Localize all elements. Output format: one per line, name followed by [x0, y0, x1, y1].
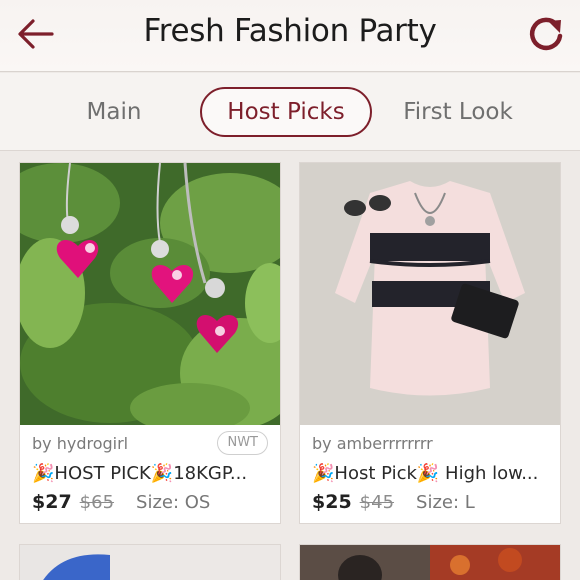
listing-card[interactable] [19, 544, 281, 580]
tab-host-picks[interactable]: Host Picks [200, 87, 372, 137]
tab-bar: Main Host Picks First Look [0, 73, 580, 151]
listing-photo[interactable] [300, 545, 560, 580]
listing-price: $27 [32, 491, 72, 513]
listing-size: Size: OS [136, 492, 211, 513]
original-price: $65 [79, 492, 115, 513]
listing-card[interactable]: by hydrogirl NWT 🎉HOST PICK🎉18KGP... $27… [19, 162, 281, 524]
seller-name[interactable]: by hydrogirl [32, 434, 128, 453]
price-row: $27 $65 Size: OS [32, 491, 210, 513]
page-title: Fresh Fashion Party [143, 13, 437, 49]
tab-main[interactable]: Main [62, 87, 166, 137]
listing-photo-blouse[interactable] [300, 163, 560, 425]
listing-title[interactable]: 🎉Host Pick🎉 High low... [312, 463, 552, 484]
seller-name[interactable]: by amberrrrrrrr [312, 434, 433, 453]
app-header: Fresh Fashion Party [0, 0, 580, 72]
tab-first-look[interactable]: First Look [392, 87, 524, 137]
listing-size: Size: L [416, 492, 475, 513]
listing-title[interactable]: 🎉HOST PICK🎉18KGP... [32, 463, 272, 484]
original-price: $45 [359, 492, 395, 513]
condition-badge: NWT [217, 431, 268, 455]
price-row: $25 $45 Size: L [312, 491, 475, 513]
refresh-icon[interactable] [524, 12, 568, 56]
listing-price: $25 [312, 491, 352, 513]
listing-photo-earrings[interactable] [20, 163, 280, 425]
listing-photo[interactable] [20, 545, 280, 580]
listing-card[interactable]: by amberrrrrrrr 🎉Host Pick🎉 High low... … [299, 162, 561, 524]
listing-card[interactable] [299, 544, 561, 580]
